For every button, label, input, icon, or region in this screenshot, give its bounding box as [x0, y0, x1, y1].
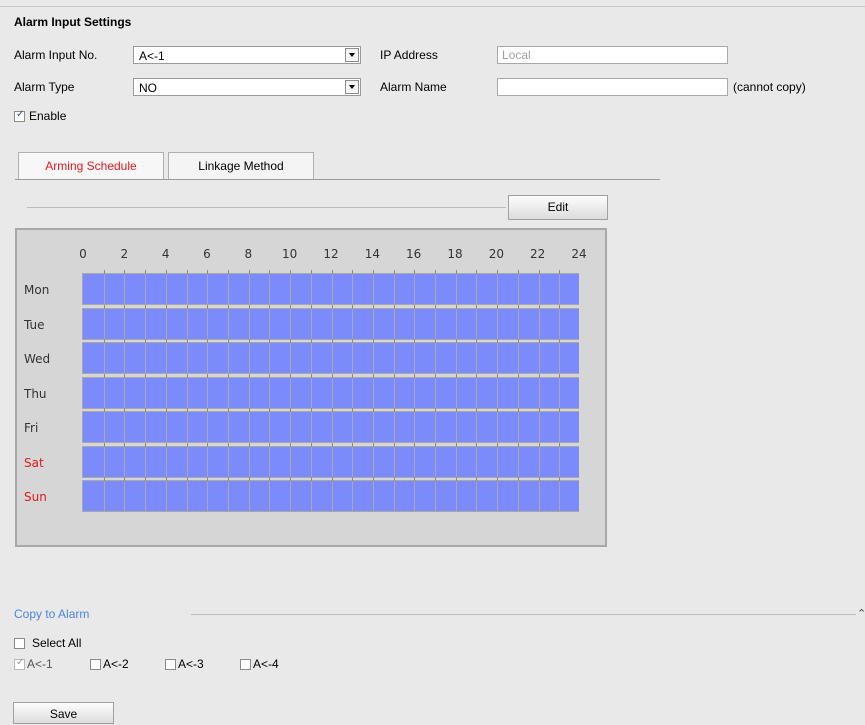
schedule-row-tue[interactable]	[82, 304, 579, 340]
alarm-type-value: NO	[139, 81, 157, 95]
schedule-row-fri[interactable]	[82, 408, 579, 443]
hour-label: 12	[323, 247, 339, 261]
day-label-tue: Tue	[24, 317, 45, 332]
enable-checkbox[interactable]	[14, 109, 25, 122]
hour-label: 4	[161, 247, 170, 261]
schedule-row-sun[interactable]	[82, 477, 579, 512]
day-label-wed: Wed	[24, 352, 51, 366]
select-all-checkbox[interactable]	[14, 638, 25, 649]
alarm-checkbox-4[interactable]	[240, 659, 251, 670]
copy-divider	[191, 614, 856, 615]
day-label-mon: Mon	[24, 283, 50, 297]
collapse-icon[interactable]: ⌃	[857, 607, 865, 620]
copy-to-alarm-title: Copy to Alarm	[14, 607, 90, 621]
hour-label: 14	[364, 247, 380, 261]
alarm-input-no-label: Alarm Input No.	[14, 48, 98, 62]
hour-label: 18	[447, 247, 463, 261]
select-all-label: Select All	[32, 636, 82, 650]
edit-button[interactable]: Edit	[508, 195, 608, 220]
section-title: Alarm Input Settings	[14, 15, 132, 29]
hour-label: 24	[571, 247, 587, 261]
alarm-input-no-value: A<-1	[139, 49, 165, 63]
hour-label: 8	[244, 247, 253, 261]
alarm-type-label: Alarm Type	[14, 80, 75, 94]
enable-label: Enable	[29, 109, 67, 123]
cannot-copy-note: (cannot copy)	[733, 80, 806, 94]
alarm-checkbox-label: A<-1	[27, 657, 53, 671]
ip-address-input[interactable]	[498, 47, 727, 63]
hour-label: 16	[406, 247, 422, 261]
tabs-baseline	[15, 179, 660, 180]
alarm-checkbox-label: A<-4	[253, 657, 279, 671]
chevron-down-icon[interactable]	[345, 48, 359, 62]
hour-label: 0	[79, 247, 87, 261]
ip-address-label: IP Address	[380, 48, 438, 62]
alarm-checkbox-label: A<-3	[178, 657, 204, 671]
tab-arming-schedule[interactable]: Arming Schedule	[18, 152, 164, 179]
alarm-input-no-select[interactable]: A<-1	[133, 46, 361, 64]
hour-label: 22	[530, 247, 546, 261]
alarm-checkbox-2[interactable]	[90, 659, 101, 670]
ip-address-field[interactable]	[497, 46, 728, 64]
alarm-name-input[interactable]	[498, 79, 727, 95]
alarm-checkbox-label: A<-2	[103, 657, 129, 671]
schedule-row-sat[interactable]	[82, 442, 579, 478]
hour-label: 20	[488, 247, 504, 261]
day-label-sat: Sat	[24, 455, 44, 470]
day-label-fri: Fri	[24, 421, 39, 435]
schedule-row-mon[interactable]	[82, 270, 579, 305]
alarm-name-field[interactable]	[497, 78, 728, 96]
day-label-thu: Thu	[24, 386, 47, 401]
top-divider	[0, 6, 865, 7]
day-label-sun: Sun	[24, 490, 47, 504]
hour-label: 10	[282, 247, 298, 261]
edit-divider	[27, 207, 506, 208]
chevron-down-icon[interactable]	[345, 80, 359, 94]
hour-label: 2	[120, 247, 129, 261]
tab-linkage-method[interactable]: Linkage Method	[168, 152, 314, 179]
alarm-type-select[interactable]: NO	[133, 78, 361, 96]
alarm-checkbox-3[interactable]	[165, 659, 176, 670]
alarm-name-label: Alarm Name	[380, 80, 447, 94]
alarm-checkbox-1[interactable]	[14, 657, 25, 670]
schedule-row-wed[interactable]	[82, 339, 579, 374]
hour-label: 6	[203, 247, 211, 261]
schedule-row-thu[interactable]	[82, 373, 579, 409]
